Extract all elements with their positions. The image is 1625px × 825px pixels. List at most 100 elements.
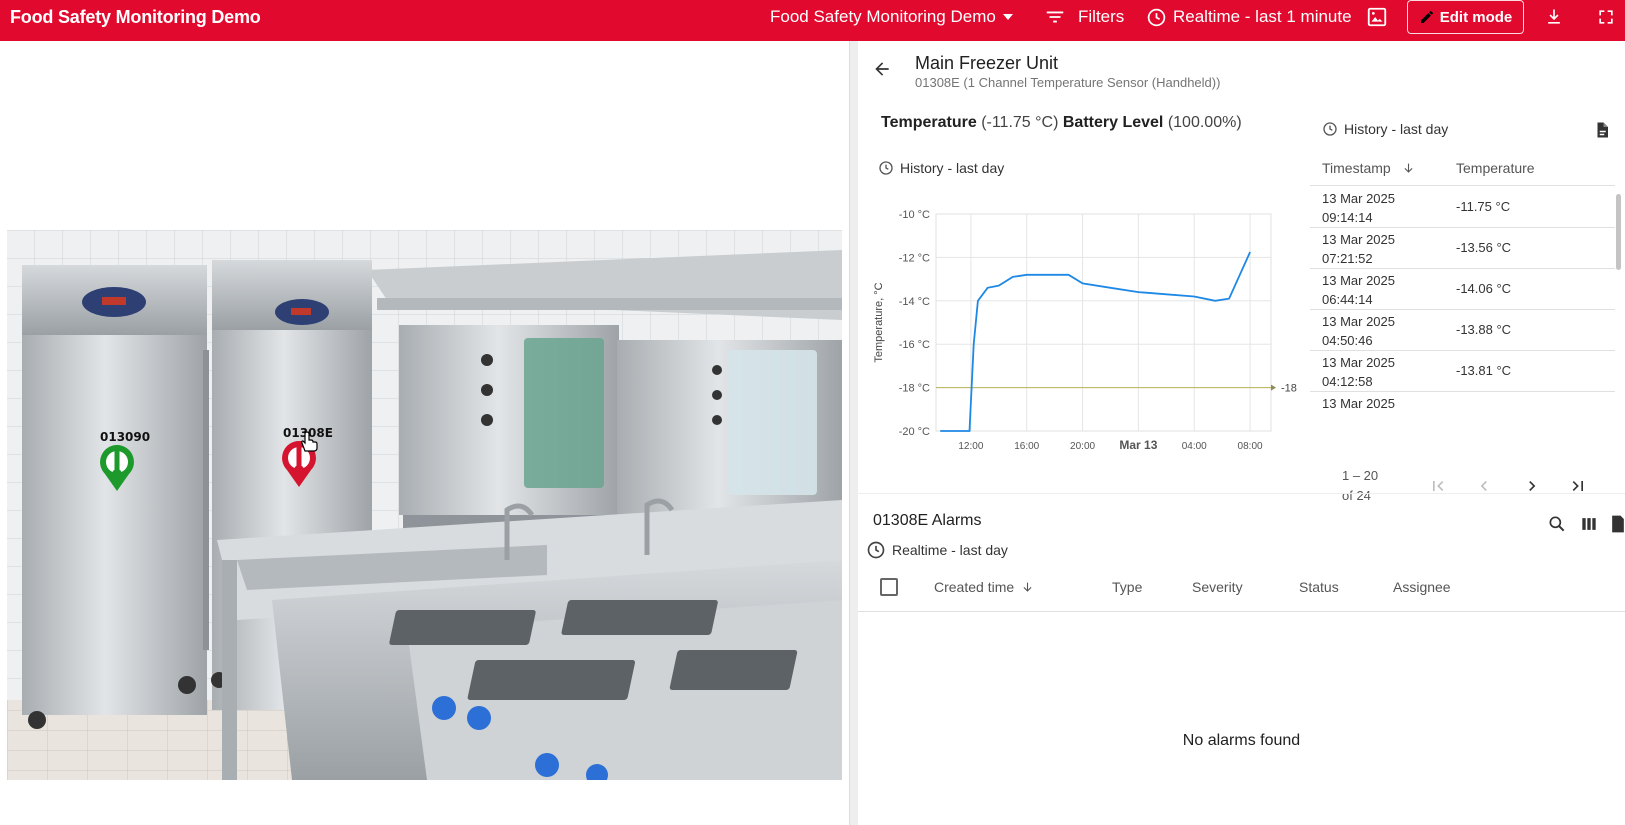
col-type[interactable]: Type [1112, 579, 1142, 595]
device-details-panel: Main Freezer Unit 01308E (1 Channel Temp… [858, 41, 1625, 825]
sensor-marker-013090[interactable] [97, 443, 137, 495]
alarms-widget: 01308E Alarms Realtime - last day Create… [858, 493, 1625, 825]
row-time: 09:14:14 [1322, 210, 1373, 225]
chart-history-timewindow[interactable]: History - last day [878, 160, 1004, 176]
table-history-label: History - last day [1344, 121, 1449, 137]
download-icon [1548, 9, 1560, 24]
history-table-header: Timestamp Temperature [1310, 149, 1615, 186]
history-table-card: History - last day Timestamp Temperature… [1310, 121, 1625, 521]
dashboard-select-label: Food Safety Monitoring Demo [770, 7, 996, 26]
row-time: 04:12:58 [1322, 374, 1373, 389]
temperature-chart-card: Temperature (-11.75 °C) Battery Level (1… [866, 106, 1306, 522]
clock-icon [867, 541, 885, 559]
filter-icon [1046, 11, 1064, 23]
table-row[interactable]: 13 Mar 2025 09:14:14 -11.75 °C [1310, 187, 1615, 228]
chart-header: Temperature (-11.75 °C) Battery Level (1… [881, 114, 1242, 132]
device-name: Main Freezer Unit [915, 53, 1059, 73]
y-tick-label: -16 °C [899, 339, 930, 351]
row-time: 06:44:14 [1322, 292, 1373, 307]
y-tick-label: -18 °C [899, 383, 930, 395]
row-date: 13 Mar 2025 [1322, 273, 1395, 288]
edit-mode-label: Edit mode [1439, 8, 1513, 26]
chart-history-label: History - last day [900, 160, 1005, 176]
filters-button[interactable]: Filters [1044, 0, 1124, 34]
row-date: 13 Mar 2025 [1322, 232, 1395, 247]
timewindow-button[interactable]: Realtime - last 1 minute [1146, 0, 1352, 34]
search-icon[interactable] [1547, 514, 1567, 534]
alarms-title: 01308E Alarms [873, 512, 982, 529]
fullscreen-icon [1599, 10, 1613, 24]
row-date: 13 Mar 2025 [1322, 314, 1395, 329]
download-button[interactable] [1544, 0, 1564, 34]
sort-arrow-down-icon[interactable] [1021, 581, 1034, 594]
filters-label: Filters [1078, 7, 1125, 26]
temperature-line-chart[interactable]: -10 °C -12 °C -14 °C -16 °C -18 °C -20 °C 12:0… [866, 191, 1306, 501]
y-tick-label: -14 °C [899, 296, 930, 308]
sort-arrow-down-icon[interactable] [1402, 162, 1415, 175]
x-tick-label: Mar 13 [1119, 438, 1157, 452]
battery-label: Battery Level [1062, 114, 1164, 131]
select-all-checkbox[interactable] [880, 578, 898, 596]
paginator-range: 1 – 20 [1342, 468, 1379, 483]
alarms-timewindow[interactable]: Realtime - last day [866, 540, 1008, 560]
x-tick-label: 16:00 [1014, 441, 1039, 452]
alarms-timewindow-label: Realtime - last day [892, 542, 1008, 558]
row-temperature: -13.56 °C [1456, 240, 1512, 255]
table-row[interactable]: 13 Mar 2025 04:50:46 -13.88 °C [1310, 310, 1615, 351]
fullscreen-button[interactable] [1596, 0, 1616, 34]
no-alarms-message: No alarms found [1182, 732, 1301, 749]
panel-divider[interactable] [849, 41, 858, 825]
y-axis-label: Temperature, °C [873, 282, 885, 362]
table-history-timewindow[interactable]: History - last day [1322, 121, 1448, 137]
sensor-marker-label: 013090 [100, 430, 151, 444]
pencil-icon [1420, 10, 1433, 23]
table-row[interactable]: 13 Mar 2025 04:12:58 -13.81 °C [1310, 351, 1615, 392]
clock-icon [879, 161, 893, 175]
plot-frame [935, 213, 1272, 432]
row-temperature: -11.75 °C [1456, 199, 1511, 214]
col-temperature-header[interactable]: Temperature [1456, 160, 1535, 176]
row-temperature: -14.06 °C [1456, 281, 1512, 296]
image-export-button[interactable] [1366, 0, 1388, 34]
row-time: 04:50:46 [1322, 333, 1373, 348]
y-tick-label: -10 °C [899, 209, 930, 221]
export-file-icon[interactable] [1593, 121, 1611, 139]
row-temperature: -13.88 °C [1456, 322, 1512, 337]
clock-icon [1323, 122, 1337, 136]
edit-mode-button[interactable]: Edit mode [1407, 0, 1524, 34]
image-icon [1367, 7, 1387, 27]
hand-cursor-icon [301, 431, 318, 452]
kitchen-floorplan-image: 013090 01308E [7, 230, 842, 780]
timewindow-label: Realtime - last 1 minute [1173, 7, 1352, 26]
col-timestamp-header[interactable]: Timestamp [1322, 160, 1391, 176]
caret-down-icon [1002, 14, 1013, 20]
device-subtitle: 01308E (1 Channel Temperature Sensor (Ha… [915, 75, 1221, 90]
x-tick-label: 12:00 [958, 441, 983, 452]
x-tick-label: 08:00 [1238, 441, 1263, 452]
threshold-arrow [1271, 384, 1276, 391]
row-time: 07:21:52 [1322, 251, 1373, 266]
temperature-series-line [940, 251, 1251, 432]
col-status[interactable]: Status [1299, 579, 1339, 595]
alarms-table-header: Created time Type Severity Status Assign… [858, 562, 1625, 612]
kitchen-scene-illustration [7, 230, 842, 780]
row-temperature: -13.81 °C [1456, 363, 1512, 378]
table-scrollbar[interactable] [1616, 194, 1621, 270]
col-created-time[interactable]: Created time [934, 579, 1014, 595]
table-row[interactable]: 13 Mar 2025 [1310, 392, 1615, 414]
table-row[interactable]: 13 Mar 2025 07:21:52 -13.56 °C [1310, 228, 1615, 269]
row-date: 13 Mar 2025 [1322, 396, 1395, 411]
x-tick-label: 20:00 [1070, 441, 1095, 452]
x-tick-label: 04:00 [1182, 441, 1207, 452]
row-date: 13 Mar 2025 [1322, 191, 1395, 206]
back-arrow-icon[interactable] [872, 59, 892, 79]
y-tick-label: -12 °C [899, 252, 930, 264]
columns-icon[interactable] [1579, 514, 1599, 534]
temp-value: (-11.75 °C) [981, 114, 1059, 131]
table-row[interactable]: 13 Mar 2025 06:44:14 -14.06 °C [1310, 269, 1615, 310]
col-severity[interactable]: Severity [1192, 579, 1243, 595]
export-file-icon[interactable] [1611, 514, 1625, 534]
dashboard-select[interactable]: Food Safety Monitoring Demo [770, 0, 1014, 34]
battery-value: (100.00%) [1167, 114, 1242, 131]
col-assignee[interactable]: Assignee [1393, 579, 1451, 595]
